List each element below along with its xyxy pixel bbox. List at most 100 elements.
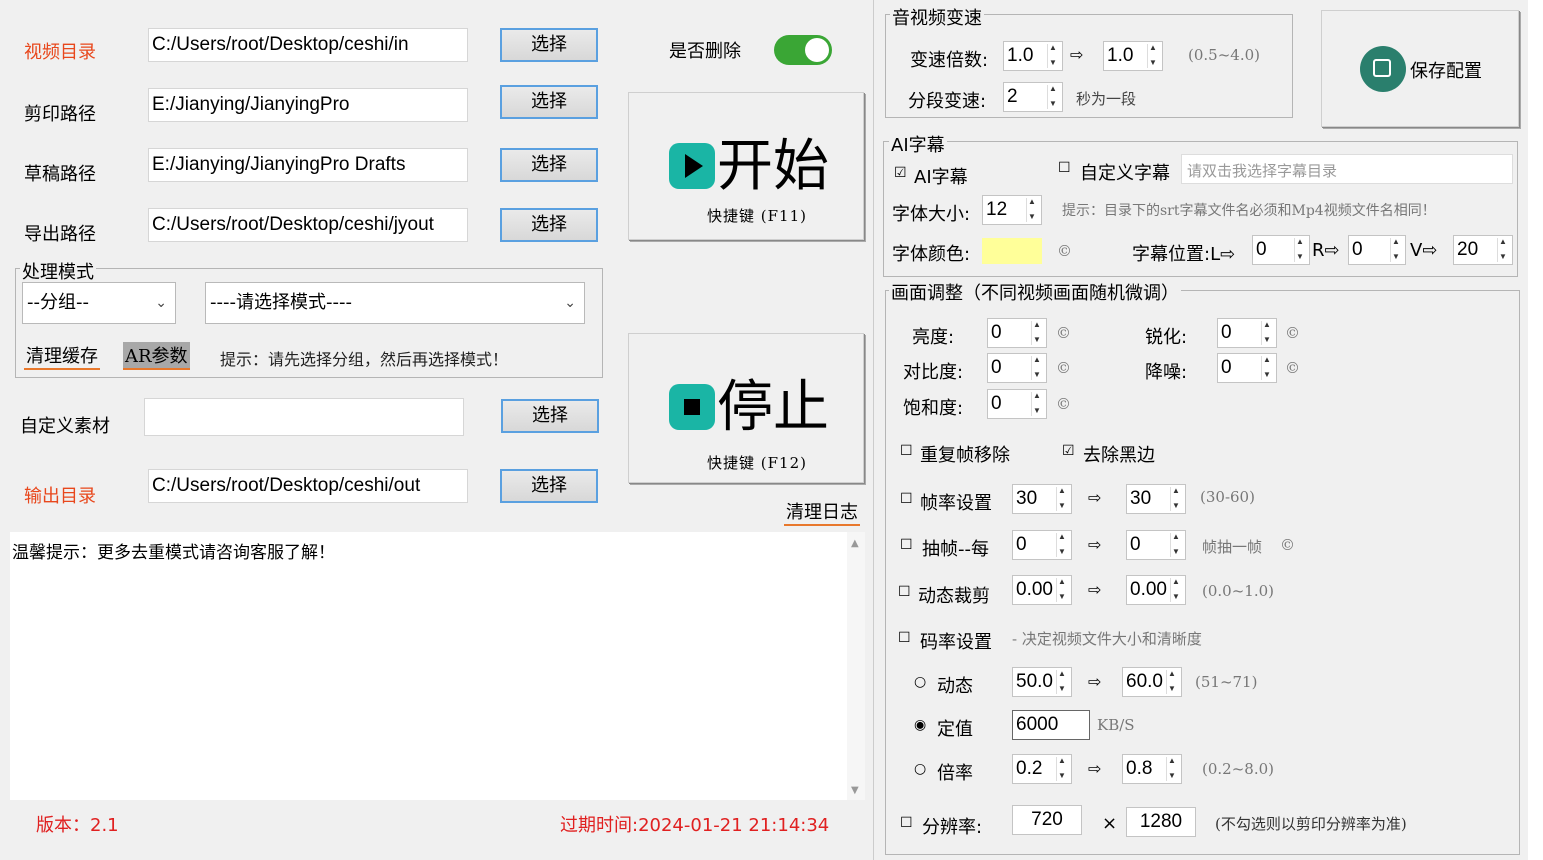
font-size-input[interactable]: 12	[982, 195, 1042, 225]
video-dir-select-button[interactable]: 选择	[500, 28, 598, 62]
font-color-swatch[interactable]	[982, 238, 1042, 264]
saturation-input[interactable]: 0	[987, 389, 1047, 419]
start-button[interactable]: 开始 快捷键 (F11)	[628, 92, 864, 240]
crop-from-input[interactable]: 0.00	[1012, 575, 1072, 605]
spinner-icon[interactable]	[1170, 532, 1183, 557]
spinner-icon[interactable]	[1170, 486, 1183, 511]
draft-path-input[interactable]: E:/Jianying/JianyingPro Drafts	[148, 148, 468, 182]
denoise-input[interactable]: 0	[1217, 353, 1277, 383]
scroll-down-icon[interactable]: ▼	[851, 785, 859, 796]
segment-hint: 秒为一段	[1076, 90, 1137, 108]
brightness-input[interactable]: 0	[987, 318, 1047, 348]
spinner-icon[interactable]	[1031, 391, 1044, 416]
stop-button[interactable]: 停止 快捷键 (F12)	[628, 333, 864, 483]
speed-ratio-to-value: 1.0	[1107, 45, 1134, 66]
spinner-icon[interactable]	[1261, 355, 1274, 380]
ar-params-button[interactable]: AR参数	[123, 342, 190, 370]
sharpen-input[interactable]: 0	[1217, 318, 1277, 348]
log-scrollbar[interactable]: ▲ ▼	[847, 532, 865, 800]
crop-checkbox[interactable]: ☐	[898, 584, 911, 600]
custom-material-label: 自定义素材	[20, 416, 110, 437]
log-area[interactable]: 温馨提示：更多去重模式请咨询客服了解！ ▲ ▼	[10, 532, 865, 800]
export-path-select-button[interactable]: 选择	[500, 208, 598, 242]
spinner-icon[interactable]	[1170, 577, 1183, 602]
crop-to-input[interactable]: 0.00	[1126, 575, 1186, 605]
export-path-input[interactable]: C:/Users/root/Desktop/ceshi/jyout	[148, 208, 468, 242]
speed-ratio-to-input[interactable]: 1.0	[1103, 41, 1163, 71]
dynamic-from-value: 50.0	[1016, 671, 1053, 692]
extract-checkbox[interactable]: ☐	[900, 537, 913, 553]
output-dir-input[interactable]: C:/Users/root/Desktop/ceshi/out	[148, 469, 468, 503]
spinner-icon[interactable]	[1031, 320, 1044, 345]
spinner-icon[interactable]	[1056, 486, 1069, 511]
dynamic-to-input[interactable]: 60.0	[1122, 667, 1182, 697]
group-select[interactable]: --分组-- ⌄	[22, 282, 176, 324]
res-width-input[interactable]: 720	[1012, 805, 1082, 835]
sharpen-value: 0	[1221, 322, 1232, 343]
spinner-icon[interactable]	[1026, 197, 1039, 222]
dynamic-radio[interactable]: ○	[914, 674, 926, 690]
custom-material-select-button[interactable]: 选择	[501, 399, 599, 433]
extract-to-input[interactable]: 0	[1126, 530, 1186, 560]
fps-checkbox[interactable]: ☐	[900, 491, 913, 507]
jianying-path-input[interactable]: E:/Jianying/JianyingPro	[148, 88, 468, 122]
mode-select-value: ----请选择模式----	[210, 292, 352, 313]
spinner-icon[interactable]	[1031, 355, 1044, 380]
spinner-icon[interactable]	[1166, 669, 1179, 694]
subtitle-r-input[interactable]: 0	[1348, 235, 1406, 265]
spinner-icon[interactable]	[1261, 320, 1274, 345]
spinner-icon[interactable]	[1147, 43, 1160, 68]
extract-to-value: 0	[1130, 534, 1141, 555]
custom-material-input[interactable]	[144, 398, 464, 436]
video-dir-input[interactable]: C:/Users/root/Desktop/ceshi/in	[148, 28, 468, 62]
spinner-icon[interactable]	[1047, 43, 1060, 68]
spinner-icon[interactable]	[1056, 756, 1069, 781]
extract-from-value: 0	[1016, 534, 1027, 555]
subtitle-l-input[interactable]: 0	[1252, 235, 1310, 265]
dedup-frames-checkbox[interactable]: ☐	[900, 443, 913, 459]
speed-ratio-from-input[interactable]: 1.0	[1003, 41, 1063, 71]
delete-toggle[interactable]	[774, 35, 832, 65]
spinner-icon[interactable]	[1166, 756, 1179, 781]
multiplier-from-input[interactable]: 0.2	[1012, 754, 1072, 784]
res-height-input[interactable]: 1280	[1126, 807, 1196, 837]
subtitle-v-input[interactable]: 20	[1453, 235, 1513, 265]
multiplier-radio[interactable]: ○	[914, 761, 926, 777]
chevron-down-icon: ⌄	[155, 295, 167, 311]
segment-input[interactable]: 2	[1003, 82, 1063, 112]
extract-label: 抽帧--每	[922, 539, 989, 560]
fixed-radio[interactable]: ◉	[914, 717, 926, 733]
extract-from-input[interactable]: 0	[1012, 530, 1072, 560]
fixed-value-input[interactable]: 6000	[1012, 710, 1090, 740]
spinner-icon[interactable]	[1056, 669, 1069, 694]
mode-select[interactable]: ----请选择模式---- ⌄	[205, 282, 585, 324]
dynamic-from-input[interactable]: 50.0	[1012, 667, 1072, 697]
fps-from-input[interactable]: 30	[1012, 484, 1072, 514]
custom-subtitle-checkbox[interactable]: ☐	[1058, 160, 1071, 176]
spinner-icon[interactable]	[1497, 237, 1510, 262]
subtitle-dir-input[interactable]: 请双击我选择字幕目录	[1181, 154, 1513, 184]
brightness-label: 亮度:	[912, 327, 955, 348]
bitrate-checkbox[interactable]: ☐	[898, 630, 911, 646]
scroll-up-icon[interactable]: ▲	[851, 538, 859, 549]
ai-subtitle-checkbox[interactable]: ☑	[894, 165, 907, 181]
remove-black-checkbox[interactable]: ☑	[1062, 443, 1075, 459]
fps-to-input[interactable]: 30	[1126, 484, 1186, 514]
draft-path-select-button[interactable]: 选择	[500, 148, 598, 182]
save-config-button[interactable]: 保存配置	[1321, 10, 1519, 127]
spinner-icon[interactable]	[1056, 577, 1069, 602]
multiplier-to-input[interactable]: 0.8	[1122, 754, 1182, 784]
spinner-icon[interactable]	[1047, 84, 1060, 109]
contrast-input[interactable]: 0	[987, 353, 1047, 383]
mode-tip: 提示：请先选择分组，然后再选择模式！	[220, 350, 509, 369]
clear-cache-button[interactable]: 清理缓存	[24, 342, 100, 370]
spinner-icon[interactable]	[1390, 237, 1403, 262]
spinner-icon[interactable]	[1294, 237, 1307, 262]
output-dir-select-button[interactable]: 选择	[500, 469, 598, 503]
resolution-checkbox[interactable]: ☐	[900, 815, 913, 831]
clear-log-button[interactable]: 清理日志	[784, 498, 860, 526]
subtitle-position-label: 字幕位置:L⇨	[1132, 244, 1236, 265]
arrow-right-icon: ⇨	[1088, 672, 1102, 691]
spinner-icon[interactable]	[1056, 532, 1069, 557]
jianying-path-select-button[interactable]: 选择	[500, 85, 598, 119]
